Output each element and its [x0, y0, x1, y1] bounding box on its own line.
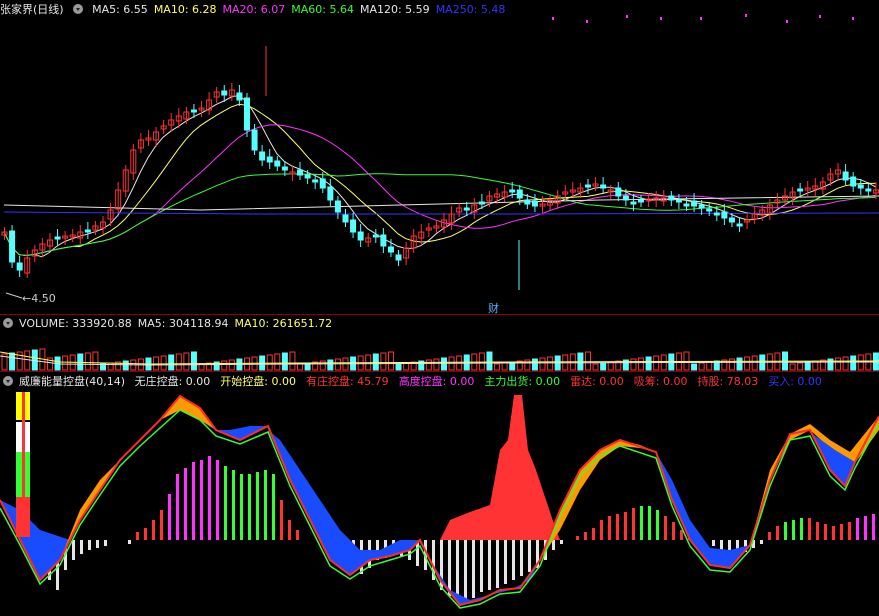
histogram-bar	[592, 528, 595, 540]
histogram-bar	[288, 520, 291, 540]
histogram-bar	[280, 500, 283, 540]
histogram-bar	[632, 508, 635, 540]
histogram-bar	[296, 530, 299, 540]
histogram-bar	[448, 540, 451, 596]
histogram-bar	[520, 540, 523, 576]
histogram-bar	[480, 540, 483, 592]
histogram-bar	[464, 540, 467, 602]
energy-line-red	[0, 394, 879, 607]
histogram-bar	[200, 460, 203, 540]
histogram-bar	[472, 540, 475, 598]
histogram-bar	[160, 510, 163, 540]
histogram-bar	[512, 540, 515, 580]
histogram-bar	[792, 520, 795, 540]
control-area	[440, 395, 560, 540]
histogram-bar	[816, 522, 819, 540]
histogram-bar	[584, 532, 587, 540]
histogram-bar	[576, 536, 579, 540]
histogram-bar	[664, 516, 667, 540]
histogram-bar	[264, 470, 267, 540]
histogram-bar	[760, 540, 763, 544]
histogram-bar	[808, 518, 811, 540]
histogram-bar	[248, 474, 251, 540]
histogram-bar	[152, 520, 155, 540]
histogram-bar	[864, 516, 867, 540]
histogram-bar	[832, 526, 835, 540]
histogram-bar	[240, 474, 243, 540]
histogram-bar	[776, 526, 779, 540]
indicator-chart[interactable]	[0, 0, 879, 616]
energy-band-down	[656, 452, 750, 568]
histogram-bar	[128, 540, 131, 544]
histogram-bar	[80, 540, 83, 554]
histogram-bar	[272, 474, 275, 540]
histogram-bar	[600, 520, 603, 540]
histogram-bar	[616, 514, 619, 540]
histogram-bar	[824, 524, 827, 540]
histogram-bar	[192, 462, 195, 540]
histogram-bar	[184, 468, 187, 540]
histogram-bar	[672, 522, 675, 540]
histogram-bar	[208, 456, 211, 540]
histogram-bar	[560, 540, 563, 544]
histogram-bar	[232, 470, 235, 540]
histogram-bar	[496, 540, 499, 588]
histogram-bar	[168, 494, 171, 540]
histogram-bar	[848, 522, 851, 540]
histogram-bar	[872, 514, 875, 540]
histogram-bar	[640, 506, 643, 540]
histogram-bar	[136, 532, 139, 540]
histogram-bar	[720, 540, 723, 550]
histogram-bar	[176, 474, 179, 540]
histogram-bar	[224, 466, 227, 540]
histogram-bar	[648, 506, 651, 540]
histogram-bar	[552, 540, 555, 550]
histogram-bar	[96, 540, 99, 548]
histogram-bar	[680, 530, 683, 540]
histogram-bar	[624, 512, 627, 540]
histogram-bar	[72, 540, 75, 560]
histogram-bar	[768, 532, 771, 540]
histogram-bar	[528, 540, 531, 572]
histogram-bar	[784, 522, 787, 540]
histogram-bar	[856, 518, 859, 540]
histogram-bar	[800, 518, 803, 540]
status-block-core	[22, 392, 25, 522]
histogram-bar	[488, 540, 491, 590]
histogram-bar	[840, 524, 843, 540]
histogram-bar	[456, 540, 459, 600]
histogram-bar	[216, 460, 219, 540]
histogram-bar	[504, 540, 507, 584]
histogram-bar	[608, 516, 611, 540]
histogram-bar	[656, 510, 659, 540]
histogram-bar	[88, 540, 91, 550]
histogram-bar	[256, 472, 259, 540]
histogram-bar	[104, 540, 107, 546]
histogram-bar	[712, 540, 715, 546]
histogram-bar	[144, 528, 147, 540]
